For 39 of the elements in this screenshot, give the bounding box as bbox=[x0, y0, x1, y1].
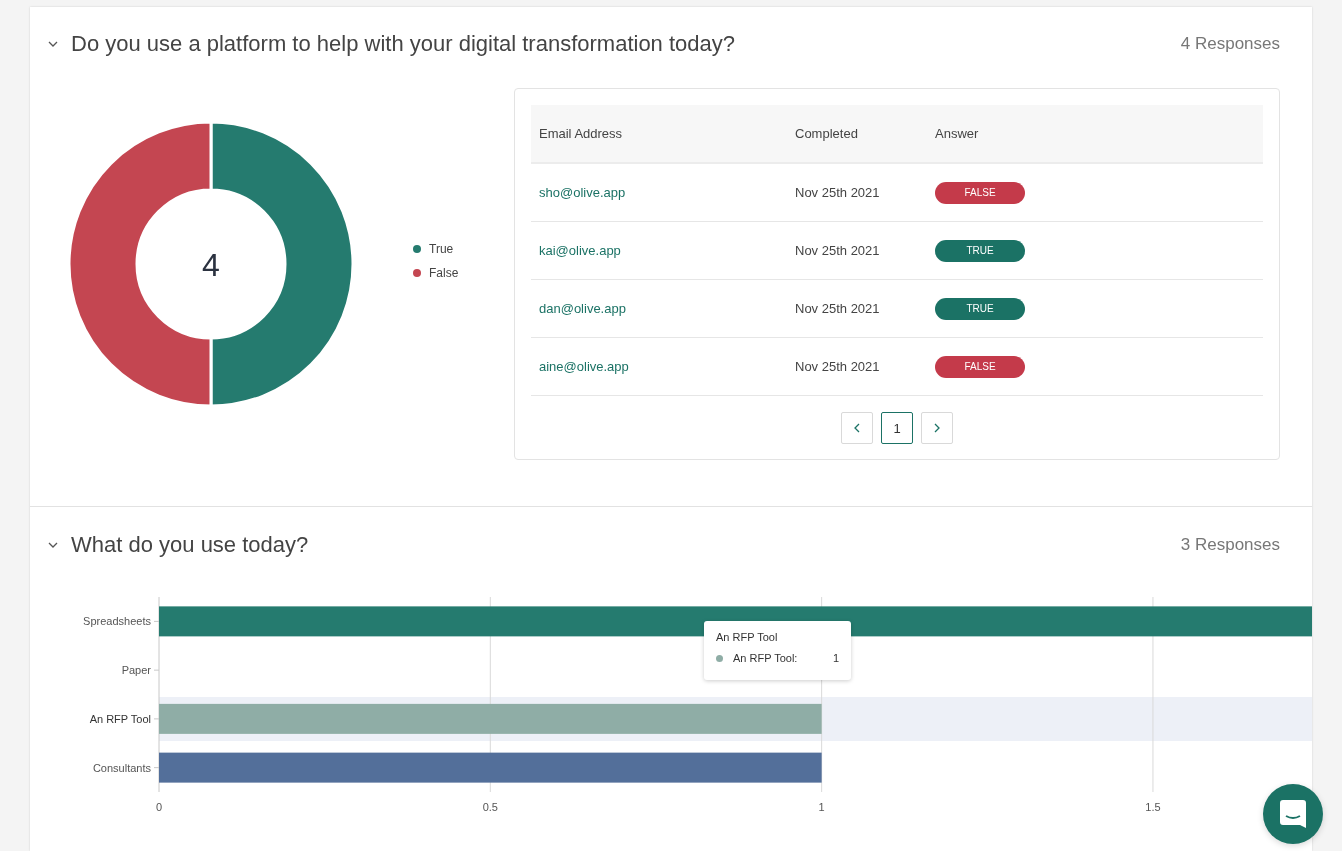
donut-center-value: 4 bbox=[202, 247, 220, 283]
response-count: 4 Responses bbox=[1180, 34, 1280, 54]
response-count: 3 Responses bbox=[1180, 535, 1280, 555]
table-cell-text: Nov 25th 2021 bbox=[794, 185, 881, 200]
email-link[interactable]: kai@olive.app bbox=[531, 243, 787, 258]
category-label: An RFP Tool bbox=[89, 712, 151, 725]
answer-badge: FALSE bbox=[935, 181, 1025, 204]
answer-badge: FALSE bbox=[935, 355, 1025, 378]
table-cell-text: Nov 25th 2021 bbox=[794, 359, 881, 374]
email-link[interactable]: dan@olive.app bbox=[531, 301, 787, 316]
page-button[interactable]: 1 bbox=[881, 412, 913, 444]
question-title: What do you use today? bbox=[71, 532, 310, 558]
chevron-left-icon bbox=[853, 423, 861, 433]
column-header: Answer bbox=[934, 126, 980, 141]
axis-tick-label: 0.5 bbox=[482, 801, 498, 813]
table-cell-text: Nov 25th 2021 bbox=[794, 243, 881, 258]
table-cell-text: Nov 25th 2021 bbox=[794, 301, 881, 316]
tooltip-label: An RFP Tool: bbox=[733, 652, 799, 664]
axis-tick-label: 0 bbox=[155, 801, 163, 813]
tooltip-title: An RFP Tool bbox=[716, 631, 779, 643]
category-label: Paper bbox=[121, 664, 151, 677]
answer-badge: TRUE bbox=[935, 297, 1025, 320]
question-title: Do you use a platform to help with your digital transformation today? bbox=[71, 31, 737, 57]
axis-tick-label: 1.5 bbox=[1145, 801, 1161, 813]
legend-label: True bbox=[429, 242, 454, 256]
column-header: Completed bbox=[794, 126, 859, 141]
chevron-right-icon bbox=[933, 423, 941, 433]
chevron-down-icon[interactable] bbox=[48, 540, 58, 550]
chat-icon bbox=[1280, 800, 1306, 828]
chevron-down-icon[interactable] bbox=[48, 39, 58, 49]
answer-badge: TRUE bbox=[935, 239, 1025, 262]
column-header: Email Address bbox=[538, 126, 624, 141]
email-link[interactable]: sho@olive.app bbox=[531, 185, 787, 200]
email-link[interactable]: aine@olive.app bbox=[531, 359, 787, 374]
category-label: Spreadsheets bbox=[83, 615, 151, 628]
axis-tick-label: 1 bbox=[818, 801, 825, 813]
category-label: Consultants bbox=[92, 761, 151, 774]
legend-label: False bbox=[429, 266, 459, 280]
tooltip-value: 1 bbox=[832, 652, 839, 664]
